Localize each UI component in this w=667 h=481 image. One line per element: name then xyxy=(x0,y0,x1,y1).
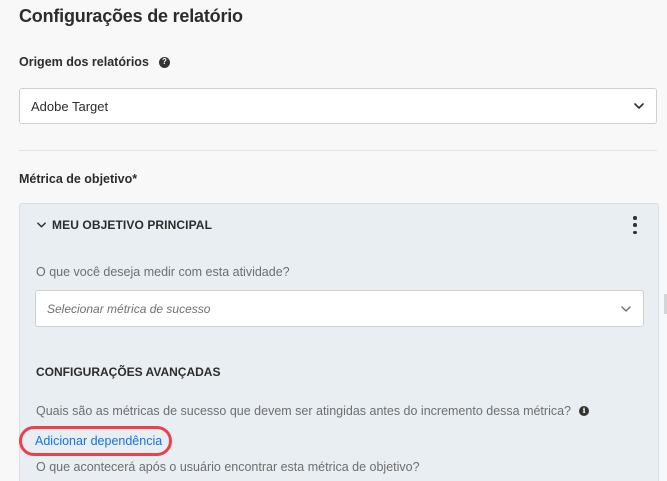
add-dependency-label: Adicionar dependência xyxy=(35,434,163,448)
advanced-settings-title: CONFIGURAÇÕES AVANÇADAS xyxy=(36,365,221,379)
question-circle-icon[interactable]: ? xyxy=(158,56,170,68)
report-source-select[interactable]: Adobe Target xyxy=(19,88,657,124)
info-circle-icon[interactable]: i xyxy=(579,406,589,416)
chevron-down-icon xyxy=(621,304,631,314)
dependency-question: Quais são as métricas de sucesso que dev… xyxy=(36,404,571,418)
goal-card-title: MEU OBJETIVO PRINCIPAL xyxy=(52,218,212,232)
measure-question: O que você deseja medir com esta ativida… xyxy=(36,265,290,279)
chevron-down-icon[interactable] xyxy=(36,220,46,230)
page-title: Configurações de relatório xyxy=(19,6,243,26)
more-vertical-icon[interactable] xyxy=(632,216,638,234)
add-dependency-link[interactable]: Adicionar dependência xyxy=(19,426,172,456)
goal-card: MEU OBJETIVO PRINCIPAL O que você deseja… xyxy=(19,203,659,481)
goal-card-header[interactable]: MEU OBJETIVO PRINCIPAL xyxy=(36,218,212,232)
success-metric-select[interactable]: Selecionar métrica de sucesso xyxy=(35,290,644,327)
chevron-down-icon xyxy=(634,101,644,111)
section-divider xyxy=(19,150,657,151)
report-settings-panel: Configurações de relatório Origem dos re… xyxy=(0,0,667,481)
report-source-value: Adobe Target xyxy=(31,98,109,114)
dependency-question-row: Quais são as métricas de sucesso que dev… xyxy=(36,404,589,418)
report-source-label-row: Origem dos relatórios ? xyxy=(19,55,170,69)
goal-metric-label: Métrica de objetivo* xyxy=(19,172,138,186)
report-source-label: Origem dos relatórios xyxy=(19,55,149,69)
success-metric-placeholder: Selecionar métrica de sucesso xyxy=(47,301,211,316)
after-goal-question: O que acontecerá após o usuário encontra… xyxy=(36,460,420,474)
